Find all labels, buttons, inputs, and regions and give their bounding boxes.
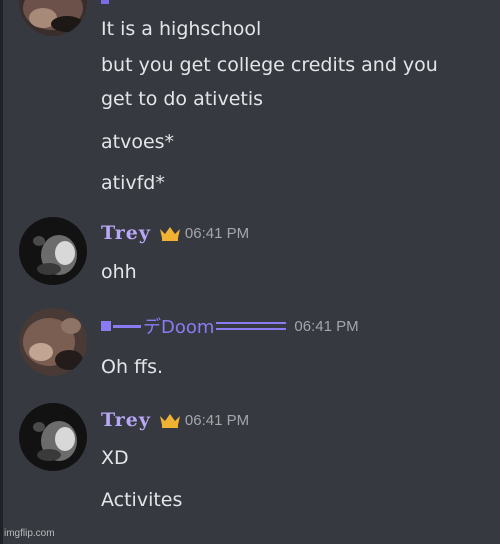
name-decoration (113, 324, 141, 328)
message-line: get to do ativetis (101, 88, 264, 110)
avatar[interactable] (19, 0, 87, 36)
message-line: ativfd* (101, 172, 165, 194)
username-text: デDoom (143, 317, 215, 338)
message-line: atvoes* (101, 131, 175, 153)
channel-divider (0, 0, 3, 544)
message-line: ohh (101, 261, 137, 283)
message-header: Trey 06:41 PM (101, 407, 249, 433)
username[interactable]: デDoom (101, 313, 294, 339)
message-line: XD (101, 447, 129, 469)
avatar[interactable] (19, 308, 87, 376)
name-decoration (101, 321, 111, 331)
avatar[interactable] (19, 403, 87, 471)
avatar[interactable] (19, 217, 87, 285)
username[interactable]: Trey (101, 222, 151, 244)
message-line: It is a highschool (101, 18, 262, 40)
message-header: デDoom 06:41 PM (101, 313, 359, 339)
crown-icon (159, 412, 181, 428)
username-fragment (101, 0, 109, 4)
message-header: Trey 06:41 PM (101, 220, 249, 246)
timestamp[interactable]: 06:41 PM (185, 225, 249, 242)
name-decoration (216, 322, 287, 330)
watermark: imgflip.com (4, 528, 55, 539)
chat-window: It is a highschool but you get college c… (0, 0, 500, 544)
message-line: Oh ffs. (101, 356, 164, 378)
username[interactable]: Trey (101, 409, 151, 431)
timestamp[interactable]: 06:41 PM (294, 318, 358, 335)
message-line: Activites (101, 489, 183, 511)
timestamp[interactable]: 06:41 PM (185, 412, 249, 429)
message-line: but you get college credits and you (101, 54, 438, 76)
crown-icon (159, 225, 181, 241)
